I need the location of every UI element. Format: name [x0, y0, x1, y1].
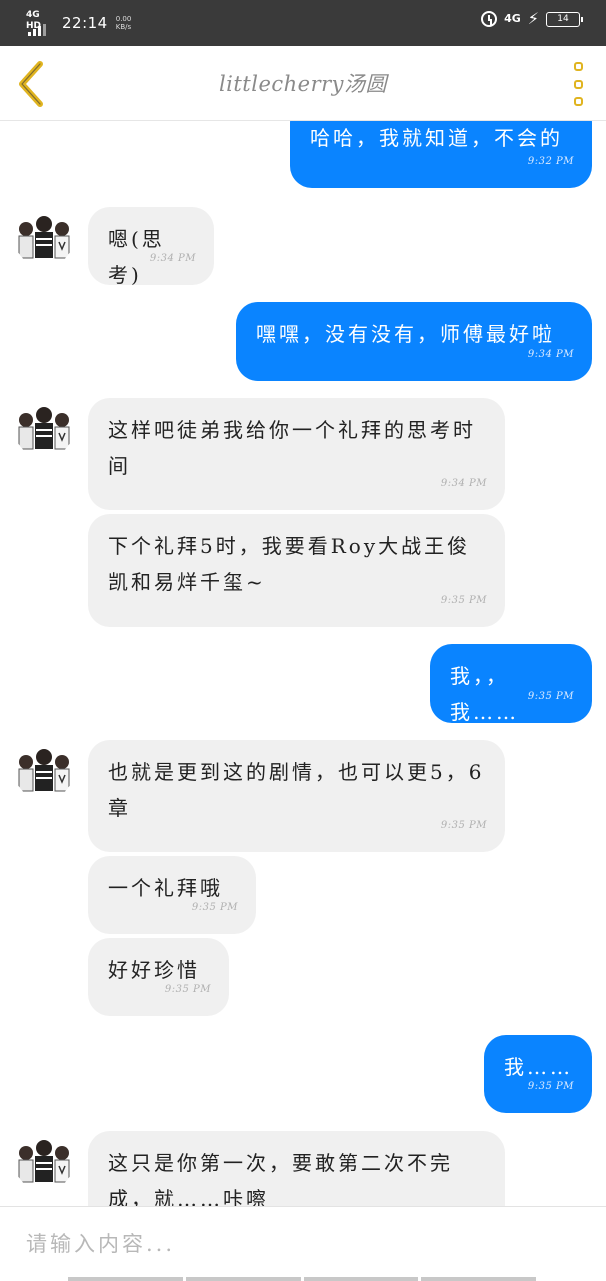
alarm-icon	[481, 11, 498, 27]
signal-bars-icon	[28, 24, 46, 36]
chat-title: littlecherry汤圆	[218, 72, 388, 96]
message-bubble-incoming[interactable]: 这只是你第一次，要敢第二次不完成，就……咔嚓	[88, 1131, 505, 1206]
status-bar: 4G HD 22:14 0.00 KB/s 4G ⚡ 14	[0, 0, 606, 46]
status-right: 4G ⚡ 14	[481, 9, 583, 28]
speed-unit: KB/s	[115, 23, 132, 31]
charging-icon: ⚡	[527, 9, 539, 28]
input-bar	[0, 1206, 606, 1281]
avatar[interactable]	[14, 398, 74, 458]
message-bubble-incoming[interactable]: 嗯(思考) 9:34 PM	[88, 207, 214, 287]
avatar[interactable]	[14, 740, 74, 800]
navigation-indicator	[68, 1277, 536, 1281]
status-time: 22:14	[62, 14, 108, 32]
message-list[interactable]: 哈哈，我就知道，不会的 9:32 PM 嗯(思考) 9:34 PM 嘿嘿，没有没…	[0, 121, 606, 1206]
network-speed: 0.00 KB/s	[116, 15, 132, 31]
message-bubble-incoming[interactable]: 也就是更到这的剧情，也可以更5，6章 9:35 PM	[88, 740, 505, 852]
message-bubble-outgoing[interactable]: 我，，我…… 9:35 PM	[430, 644, 592, 724]
avatar[interactable]	[14, 1131, 74, 1191]
avatar-image	[14, 207, 74, 267]
message-text: 这只是你第一次，要敢第二次不完成，就……咔嚓	[108, 1151, 453, 1206]
message-time: 9:34 PM	[527, 349, 574, 360]
menu-dot-icon	[573, 62, 583, 71]
avatar-image	[14, 1131, 74, 1191]
chat-header: littlecherry汤圆	[0, 46, 606, 121]
message-bubble-incoming[interactable]: 这样吧徒弟我给你一个礼拜的思考时间 9:34 PM	[88, 398, 505, 510]
message-bubble-outgoing[interactable]: 嘿嘿，没有没有，师傅最好啦 9:34 PM	[236, 302, 592, 381]
message-time: 9:35 PM	[440, 820, 487, 831]
network-indicator: 4G HD	[26, 10, 54, 36]
message-time: 9:35 PM	[164, 984, 211, 995]
message-text: 下个礼拜5时，我要看Roy大战王俊凯和易烊千玺~	[108, 534, 471, 594]
message-bubble-outgoing[interactable]: 我…… 9:35 PM	[484, 1035, 592, 1113]
message-bubble-incoming[interactable]: 下个礼拜5时，我要看Roy大战王俊凯和易烊千玺~ 9:35 PM	[88, 514, 505, 627]
message-time: 9:35 PM	[527, 1081, 574, 1092]
message-time: 9:35 PM	[440, 595, 487, 606]
message-time: 9:34 PM	[440, 478, 487, 489]
message-text: 嘿嘿，没有没有，师傅最好啦	[256, 322, 555, 346]
message-time: 9:32 PM	[527, 156, 574, 167]
menu-dot-icon	[573, 79, 583, 89]
battery-level: 14	[557, 13, 569, 24]
message-time: 9:35 PM	[527, 691, 574, 702]
message-time: 9:34 PM	[149, 253, 196, 264]
message-time: 9:35 PM	[191, 902, 238, 913]
signal-4g: 4G	[504, 12, 521, 25]
avatar-image	[14, 398, 74, 458]
avatar[interactable]	[14, 207, 74, 267]
message-bubble-incoming[interactable]: 好好珍惜 9:35 PM	[88, 938, 229, 1016]
avatar-image	[14, 740, 74, 800]
message-text: 这样吧徒弟我给你一个礼拜的思考时间	[108, 418, 476, 478]
more-options-button[interactable]	[570, 62, 586, 106]
speed-value: 0.00	[115, 15, 132, 23]
message-input[interactable]	[24, 1225, 468, 1263]
status-left: 4G HD 22:14 0.00 KB/s	[26, 10, 131, 36]
message-text: 也就是更到这的剧情，也可以更5，6章	[108, 760, 485, 820]
menu-dot-icon	[573, 97, 583, 106]
message-bubble-incoming[interactable]: 一个礼拜哦 9:35 PM	[88, 856, 256, 934]
battery-icon: 14	[546, 11, 583, 27]
message-bubble-outgoing[interactable]: 哈哈，我就知道，不会的 9:32 PM	[290, 121, 592, 188]
